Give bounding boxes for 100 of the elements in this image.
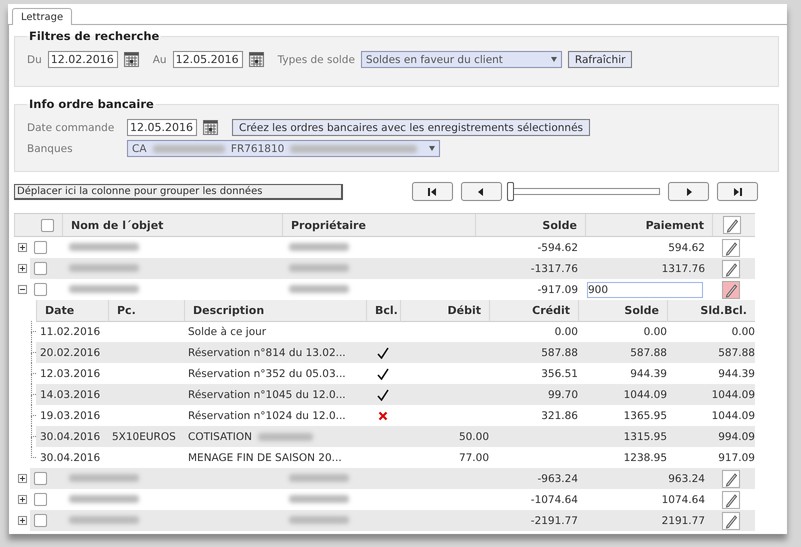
table-cell-text: 587.88 [540,346,578,358]
table-cell-text: -2191.77 [530,514,579,526]
expand-button[interactable] [18,243,27,252]
table-cell-text: 5X10EUROS [111,430,177,442]
slider-thumb[interactable] [507,182,514,201]
table-cell: COTISATION [188,430,252,442]
pencil-icon [724,282,738,298]
pencil-icon [724,492,738,508]
table-cell-text: 11.02.2016 [39,326,102,338]
table-cell-text: 19.03.2016 [39,410,102,422]
table-cell-text: 1238.95 [622,452,667,464]
column-header[interactable]: Sld.Bcl. [667,300,755,322]
column-header[interactable]: Pc. [108,300,184,322]
table-cell: Réservation n°1045 du 12.0... [188,388,346,400]
column-header[interactable]: Solde [475,214,585,236]
table-cell-text: 1317.76 [660,262,706,274]
skip-forward-icon [733,188,742,196]
table-cell-text: 2191.77 [660,514,706,526]
edit-button[interactable] [723,216,741,234]
table-cell-text: 587.88 [717,346,755,358]
pencil-icon [724,512,738,528]
create-orders-button[interactable]: Créez les ordres bancaires avec les enregistrements sélectionnés [232,119,590,136]
column-header[interactable]: Nom de l´objet [62,214,282,236]
blurred-text [69,284,139,292]
triangle-right-icon [684,188,693,196]
column-header[interactable]: Propriétaire [282,214,475,236]
blurred-text [69,474,139,482]
column-header[interactable]: Crédit [489,300,578,322]
minus-icon [19,286,26,293]
refresh-button[interactable]: Rafraîchir [568,51,632,68]
calendar-icon[interactable] [124,52,139,67]
column-header[interactable]: Date [36,300,108,322]
last-page-button[interactable] [717,182,758,201]
dropdown[interactable]: CA FR761810 [127,140,440,157]
previous-page-button[interactable] [461,182,502,201]
table-cell-text: 0.00 [642,326,667,338]
calendar-icon[interactable] [248,52,264,67]
table-cell-text: 1365.95 [622,410,667,422]
table-cell-text: 99.70 [546,388,578,400]
table-cell: MENAGE FIN DE SAISON 20... [188,452,342,464]
table-cell-text: 1044.09 [622,388,667,400]
date-field[interactable]: 12.05.2016 [127,119,197,136]
table-cell-text: 356.51 [540,368,578,380]
first-page-button[interactable] [412,182,453,201]
skip-back-icon [428,188,437,196]
expand-button[interactable] [18,474,27,483]
edit-button[interactable] [722,280,740,298]
triangle-left-icon [477,188,486,196]
edit-button[interactable] [722,470,740,488]
column-header[interactable]: Description [184,300,366,322]
table-cell-text: 1044.09 [710,388,755,400]
table-cell-text: 0.00 [554,326,578,338]
collapse-button[interactable] [18,285,27,294]
column-header[interactable]: Bcl. [366,300,400,322]
table-cell-text: 1315.95 [622,430,667,442]
column-header[interactable]: Paiement [585,214,712,236]
table-cell-text: 1074.64 [660,494,706,506]
row-checkbox[interactable] [34,241,47,254]
edit-button[interactable] [722,260,740,278]
edit-button[interactable] [722,238,740,256]
table-cell-text: 944.39 [629,368,667,380]
field-label: Du [27,54,42,66]
dropdown[interactable]: Soldes en faveur du client [360,51,562,68]
table-cell-text: -594.62 [536,242,579,254]
date-field[interactable]: 12.02.2016 [48,51,118,68]
row-checkbox[interactable] [34,472,47,485]
table-cell-text: -963.24 [536,472,579,484]
field-label: Au [152,54,167,66]
column-header[interactable]: Solde [578,300,667,322]
row-checkbox[interactable] [34,262,47,275]
table-cell-text: 77.00 [458,452,489,464]
table-cell: Réservation n°1024 du 12.0... [188,410,346,422]
next-page-button[interactable] [668,182,709,201]
row-checkbox[interactable] [34,283,47,296]
blurred-text [289,242,349,250]
table-cell-text: 963.24 [667,472,706,484]
row-checkbox[interactable] [34,493,47,506]
table-cell-text: 917.09 [717,452,755,464]
date-field[interactable]: 12.05.2016 [172,51,243,68]
row-checkbox[interactable] [34,514,47,527]
table-cell-text: 944.39 [717,368,755,380]
column-header[interactable]: Débit [400,300,489,322]
table-cell-text: 1044.09 [710,410,755,422]
caret-icon [550,57,557,62]
select-all-checkbox[interactable] [41,218,54,232]
table-cell-text: 12.03.2016 [39,368,102,380]
table-cell-text: 50.00 [458,430,489,442]
expand-button[interactable] [18,516,27,525]
table-cell-text: 30.04.2016 [39,452,102,464]
expand-button[interactable] [18,264,27,273]
field-label: Date commande [27,122,116,134]
group-by-panel[interactable]: Déplacer ici la colonne pour grouper les données [14,184,343,200]
table-cell: Réservation n°814 du 13.02... [188,346,346,358]
table-cell-text: 994.09 [717,430,755,442]
payment-field[interactable]: 900 [587,282,703,298]
edit-button[interactable] [722,490,740,508]
edit-button[interactable] [722,512,740,530]
expand-button[interactable] [18,495,27,504]
calendar-icon[interactable] [203,120,218,135]
tab[interactable]: Lettrage [12,8,72,25]
